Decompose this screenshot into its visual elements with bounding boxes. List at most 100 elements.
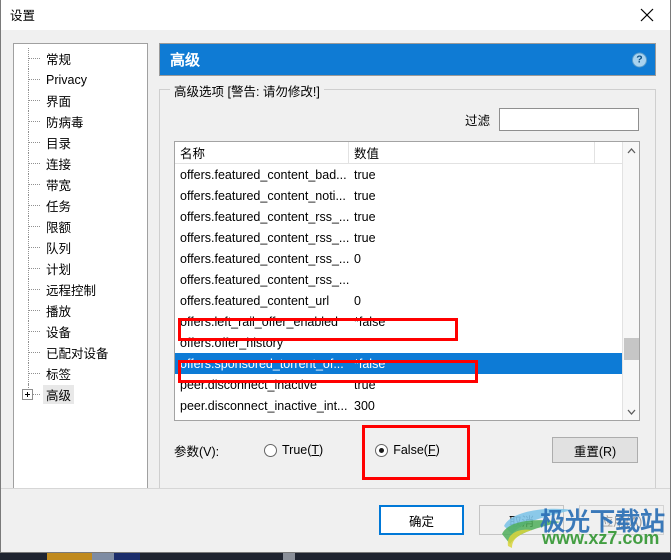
table-row[interactable]: peer.disconnect_inactive true <box>175 374 639 395</box>
sidebar-item-14[interactable]: 设备 <box>14 321 147 342</box>
table-row[interactable]: offers.left_rail_offer_enabled *false <box>175 311 639 332</box>
pane-banner: 高级 ? <box>159 43 656 76</box>
close-icon[interactable] <box>624 0 670 30</box>
sidebar-item-10[interactable]: 队列 <box>14 237 147 258</box>
tree-connector-icon <box>24 321 43 342</box>
sidebar-item-1[interactable]: 常规 <box>14 48 147 69</box>
filter-label: 过滤 <box>464 113 490 128</box>
sidebar-item-11[interactable]: 计划 <box>14 258 147 279</box>
title-bar: 设置 <box>1 0 670 30</box>
row-name: offers.featured_content_rss_... <box>180 209 350 224</box>
sidebar-item-label: 播放 <box>46 305 72 319</box>
taskbar-item-c <box>114 553 140 560</box>
row-value: true <box>354 167 376 182</box>
filter-row: 过滤 <box>160 106 655 132</box>
radio-true[interactable]: True(T) <box>264 443 323 457</box>
taskbar-item-b <box>92 553 114 560</box>
tree-connector-icon <box>24 90 43 111</box>
table-row[interactable]: offers.featured_content_bad... true <box>175 164 639 185</box>
row-name: offers.featured_content_url <box>180 293 330 308</box>
tree-connector-icon <box>24 153 43 174</box>
sidebar-item-label: 目录 <box>46 137 72 151</box>
sidebar-item-16[interactable]: 标签 <box>14 363 147 384</box>
table-row[interactable]: offers.featured_content_rss_... true <box>175 206 639 227</box>
table-row[interactable]: offers.featured_content_rss_... 0 <box>175 248 639 269</box>
sidebar-item-5[interactable]: 目录 <box>14 132 147 153</box>
sidebar-item-12[interactable]: 远程控制 <box>14 279 147 300</box>
sidebar-item-label: 防病毒 <box>46 116 84 130</box>
sidebar-item-7[interactable]: 带宽 <box>14 174 147 195</box>
sidebar-item-label: 连接 <box>46 158 72 172</box>
row-value: *false <box>354 356 386 371</box>
help-icon[interactable]: ? <box>632 52 647 67</box>
sidebar-item-15[interactable]: 已配对设备 <box>14 342 147 363</box>
advanced-pane: 高级 ? 高级选项 [警告: 请勿修改!] 过滤 名称 数值 offers.fe… <box>159 43 656 518</box>
sidebar-item-2[interactable]: Privacy <box>14 69 147 90</box>
radio-true-dot[interactable] <box>264 443 277 457</box>
row-name: peer.disconnect_inactive <box>180 377 317 392</box>
radio-true-label: True(T) <box>282 443 324 457</box>
screen: 设置 常规 Privacy 界面防病毒目录连接带宽 任务 限额队列计划远程控制播放设备已… <box>0 0 671 560</box>
settings-tree-inner: 常规 Privacy 界面防病毒目录连接带宽 任务 限额队列计划远程控制播放设备已配对设… <box>14 44 147 405</box>
scroll-up-icon[interactable] <box>623 142 639 159</box>
row-name: offers.featured_content_bad... <box>180 167 347 182</box>
tree-connector-icon <box>24 195 43 216</box>
cancel-button[interactable]: 取消 <box>479 505 564 535</box>
sidebar-item-label: 常规 <box>46 53 72 67</box>
column-header-value[interactable]: 数值 <box>349 142 595 163</box>
row-value: true <box>354 209 376 224</box>
radio-false-label: False(F) <box>393 443 440 457</box>
sidebar-item-label: 已配对设备 <box>46 347 109 361</box>
row-value: 0 <box>354 251 361 266</box>
table-row[interactable]: offers.offer_history <box>175 332 639 353</box>
table-row[interactable]: offers.featured_content_rss_... <box>175 269 639 290</box>
settings-tree[interactable]: 常规 Privacy 界面防病毒目录连接带宽 任务 限额队列计划远程控制播放设备已配对设… <box>13 43 148 518</box>
sidebar-item-label: 标签 <box>46 368 72 382</box>
tree-connector-icon <box>24 48 43 69</box>
table-row[interactable]: offers.featured_content_noti... true <box>175 185 639 206</box>
radio-false-dot[interactable] <box>375 443 389 457</box>
sidebar-item-8[interactable]: 任务 <box>14 195 147 216</box>
taskbar-sliver <box>0 553 671 560</box>
sidebar-item-label: 高级 <box>43 385 75 404</box>
dialog-body: 常规 Privacy 界面防病毒目录连接带宽 任务 限额队列计划远程控制播放设备已配对设… <box>1 30 670 552</box>
radio-false[interactable]: False(F) <box>375 443 440 457</box>
sidebar-item-label: 计划 <box>46 263 72 277</box>
list-rows: offers.featured_content_bad... true offers… <box>175 164 639 420</box>
sidebar-item-13[interactable]: 播放 <box>14 300 147 321</box>
tree-connector-icon <box>24 237 43 258</box>
row-value: true <box>354 377 376 392</box>
sidebar-item-label: 远程控制 <box>46 284 97 298</box>
row-name: offers.featured_content_noti... <box>180 188 346 203</box>
ok-button[interactable]: 确定 <box>379 505 464 535</box>
table-row[interactable]: offers.featured_content_rss_... true <box>175 227 639 248</box>
sidebar-item-17[interactable]: 高级 <box>14 384 147 405</box>
sidebar-item-label: Privacy <box>46 72 87 87</box>
group-legend: 高级选项 [警告: 请勿修改!] <box>170 81 324 100</box>
table-row[interactable]: offers.sponsored_torrent_of... *false <box>175 353 639 374</box>
table-row[interactable]: offers.featured_content_url 0 <box>175 290 639 311</box>
tree-connector-icon <box>24 174 43 195</box>
expand-plus-icon[interactable] <box>22 389 33 400</box>
row-value: true <box>354 188 376 203</box>
row-value: *false <box>354 314 386 329</box>
sidebar-item-3[interactable]: 界面 <box>14 90 147 111</box>
sidebar-item-9[interactable]: 限额 <box>14 216 147 237</box>
tree-connector-icon <box>24 363 43 384</box>
sidebar-item-6[interactable]: 连接 <box>14 153 147 174</box>
list-scrollbar[interactable] <box>622 142 639 420</box>
reset-button[interactable]: 重置(R) <box>552 437 638 463</box>
table-row[interactable]: peer.disconnect_inactive_int... 300 <box>175 395 639 416</box>
advanced-options-group: 高级选项 [警告: 请勿修改!] 过滤 名称 数值 offers.feature… <box>159 81 656 518</box>
scroll-down-icon[interactable] <box>623 403 639 420</box>
param-row: 参数(V): True(T) False(F) 重置(R) <box>174 435 640 465</box>
apply-button: 应用(A) <box>579 505 664 535</box>
settings-window: 设置 常规 Privacy 界面防病毒目录连接带宽 任务 限额队列计划远程控制播放设备已… <box>0 0 671 553</box>
row-name: offers.featured_content_rss_... <box>180 230 350 245</box>
sidebar-item-label: 队列 <box>46 242 72 256</box>
sidebar-item-4[interactable]: 防病毒 <box>14 111 147 132</box>
options-listview[interactable]: 名称 数值 offers.featured_content_bad... true… <box>174 141 640 421</box>
filter-input[interactable] <box>499 107 639 131</box>
column-header-name[interactable]: 名称 <box>175 142 349 163</box>
scrollbar-thumb[interactable] <box>624 338 639 360</box>
